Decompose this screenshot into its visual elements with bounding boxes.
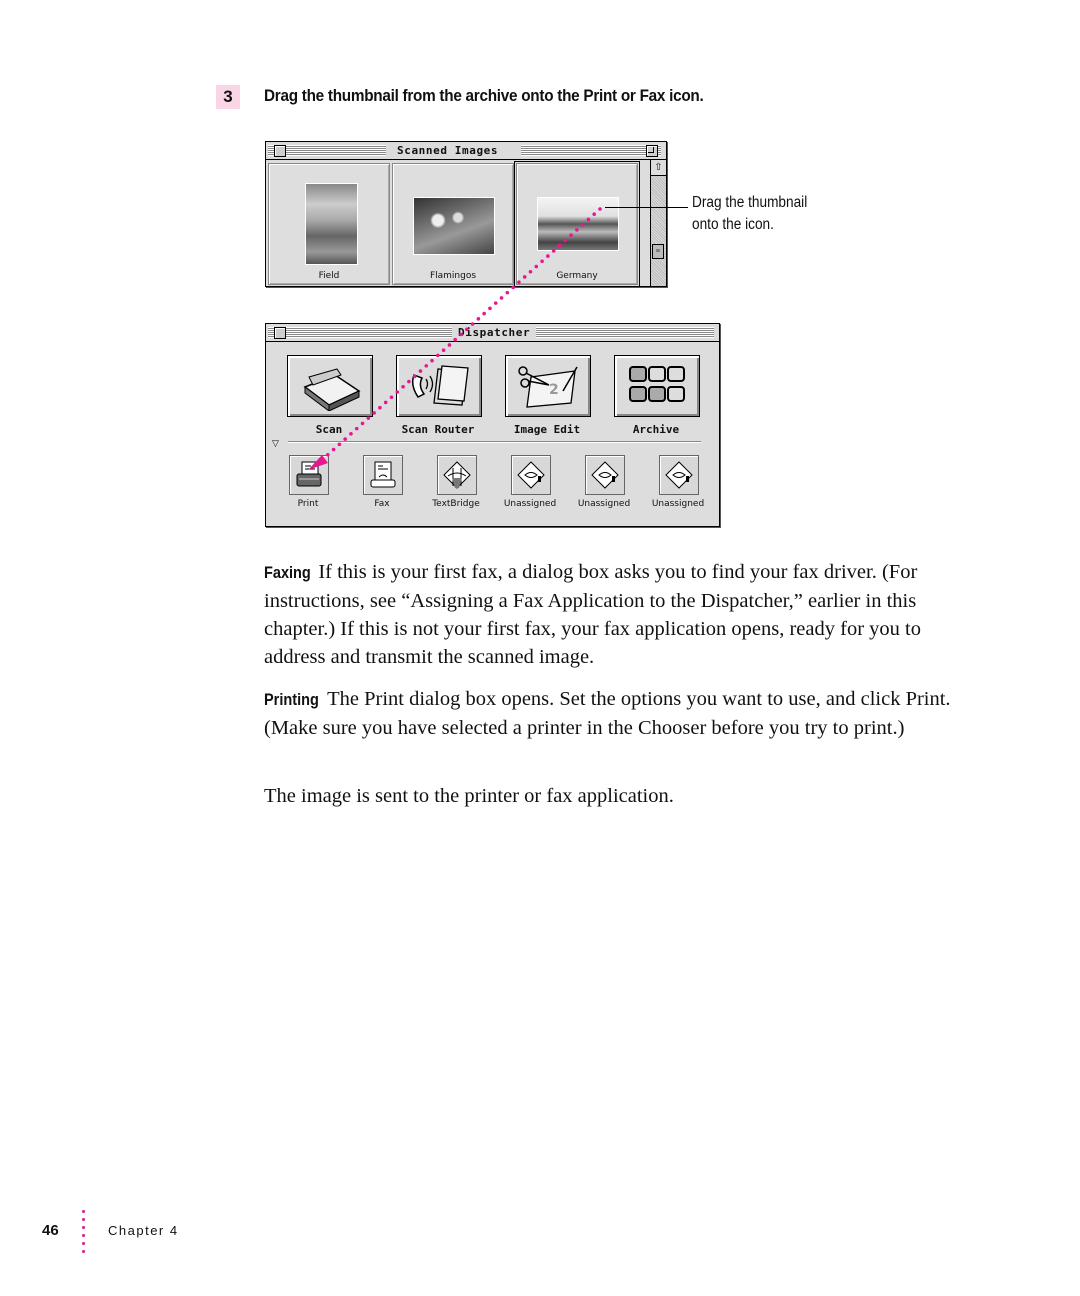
close-box[interactable] <box>274 327 286 339</box>
image-edit-label: Image Edit <box>513 423 581 436</box>
faxing-text: If this is your first fax, a dialog box … <box>264 561 921 668</box>
callout-line-1: Drag the thumbnail <box>692 194 808 211</box>
unassigned-drop-target-2[interactable] <box>585 455 625 495</box>
unassigned-icon <box>665 461 693 489</box>
unassigned-drop-target-3[interactable] <box>659 455 699 495</box>
drag-path-dot <box>488 306 492 311</box>
archive-label: Archive <box>632 423 680 436</box>
scanner-icon <box>303 368 361 411</box>
printing-paragraph: Printing The Print dialog box opens. Set… <box>264 685 964 742</box>
unassigned-icon <box>591 461 619 489</box>
step-instruction: Drag the thumbnail from the archive onto… <box>264 86 704 105</box>
scan-router-label: Scan Router <box>401 423 475 436</box>
disclosure-triangle-icon[interactable]: ▽ <box>272 438 279 449</box>
thumbnail-field[interactable]: Field <box>268 163 390 285</box>
unassigned-icon <box>517 461 545 489</box>
thumbnail-image <box>537 197 619 251</box>
archive-button[interactable] <box>614 355 700 417</box>
title-bar[interactable]: Dispatcher <box>266 324 719 342</box>
scan-button[interactable] <box>287 355 373 417</box>
thumbnail-germany[interactable]: Germany <box>514 161 640 287</box>
print-drop-target[interactable] <box>289 455 329 495</box>
faxing-paragraph: Faxing If this is your first fax, a dial… <box>264 558 964 671</box>
scan-label: Scan <box>315 423 343 436</box>
scan-router-icon <box>411 365 469 406</box>
print-label: Print <box>297 499 319 509</box>
unassigned-label: Unassigned <box>503 499 557 509</box>
fax-icon <box>370 461 396 488</box>
drag-path-dot <box>476 317 481 321</box>
title-bar[interactable]: Scanned Images <box>266 142 666 160</box>
scanned-images-window: Scanned Images Field Flamingos Germany ⇧… <box>265 141 667 287</box>
step-number: 3 <box>216 85 240 109</box>
textbridge-label: TextBridge <box>432 499 480 509</box>
page-number: 46 <box>42 1222 59 1239</box>
thumbnail-image <box>413 197 495 255</box>
zoom-box[interactable] <box>646 145 658 157</box>
thumbnail-flamingos[interactable]: Flamingos <box>392 163 514 285</box>
thumbnail-label: Field <box>318 271 340 281</box>
printer-icon <box>296 461 322 487</box>
divider <box>288 441 701 443</box>
callout-leader-line <box>605 207 688 208</box>
fax-label: Fax <box>374 499 390 509</box>
fax-drop-target[interactable] <box>363 455 403 495</box>
scroll-thumb[interactable]: ≡ <box>652 244 664 259</box>
scan-router-button[interactable] <box>396 355 482 417</box>
archive-icon <box>629 366 685 402</box>
dispatcher-window: Dispatcher 2 Scan Scan Router Image Edit… <box>265 323 720 527</box>
scroll-up-arrow-icon[interactable]: ⇧ <box>651 160 666 176</box>
unassigned-drop-target-1[interactable] <box>511 455 551 495</box>
footer-dot-rule <box>82 1210 85 1258</box>
window-title: Scanned Images <box>391 143 505 158</box>
printing-text: The Print dialog box opens. Set the opti… <box>264 688 951 739</box>
callout-text: Drag the thumbnail onto the icon. <box>692 192 807 236</box>
callout-line-2: onto the icon. <box>692 216 774 233</box>
drag-path-dot <box>493 301 498 305</box>
faxing-runin-heading: Faxing <box>264 564 311 582</box>
chapter-label: Chapter 4 <box>108 1223 179 1238</box>
close-box[interactable] <box>274 145 286 157</box>
drag-path-dot <box>499 296 504 300</box>
printing-runin-heading: Printing <box>264 691 319 709</box>
image-edit-icon: 2 <box>518 366 578 408</box>
result-paragraph: The image is sent to the printer or fax … <box>264 785 674 807</box>
thumbnail-label: Germany <box>556 271 598 281</box>
thumbnail-image <box>305 183 358 265</box>
unassigned-label: Unassigned <box>651 499 705 509</box>
unassigned-label: Unassigned <box>577 499 631 509</box>
thumbnail-label: Flamingos <box>429 271 477 281</box>
textbridge-drop-target[interactable] <box>437 455 477 495</box>
image-edit-button[interactable]: 2 <box>505 355 591 417</box>
drag-path-dot <box>505 290 510 295</box>
drag-path-dot <box>482 311 486 316</box>
vertical-scrollbar[interactable]: ⇧ ≡ <box>650 160 666 286</box>
textbridge-icon <box>443 461 471 489</box>
window-title: Dispatcher <box>452 325 537 340</box>
svg-text:2: 2 <box>549 382 559 398</box>
